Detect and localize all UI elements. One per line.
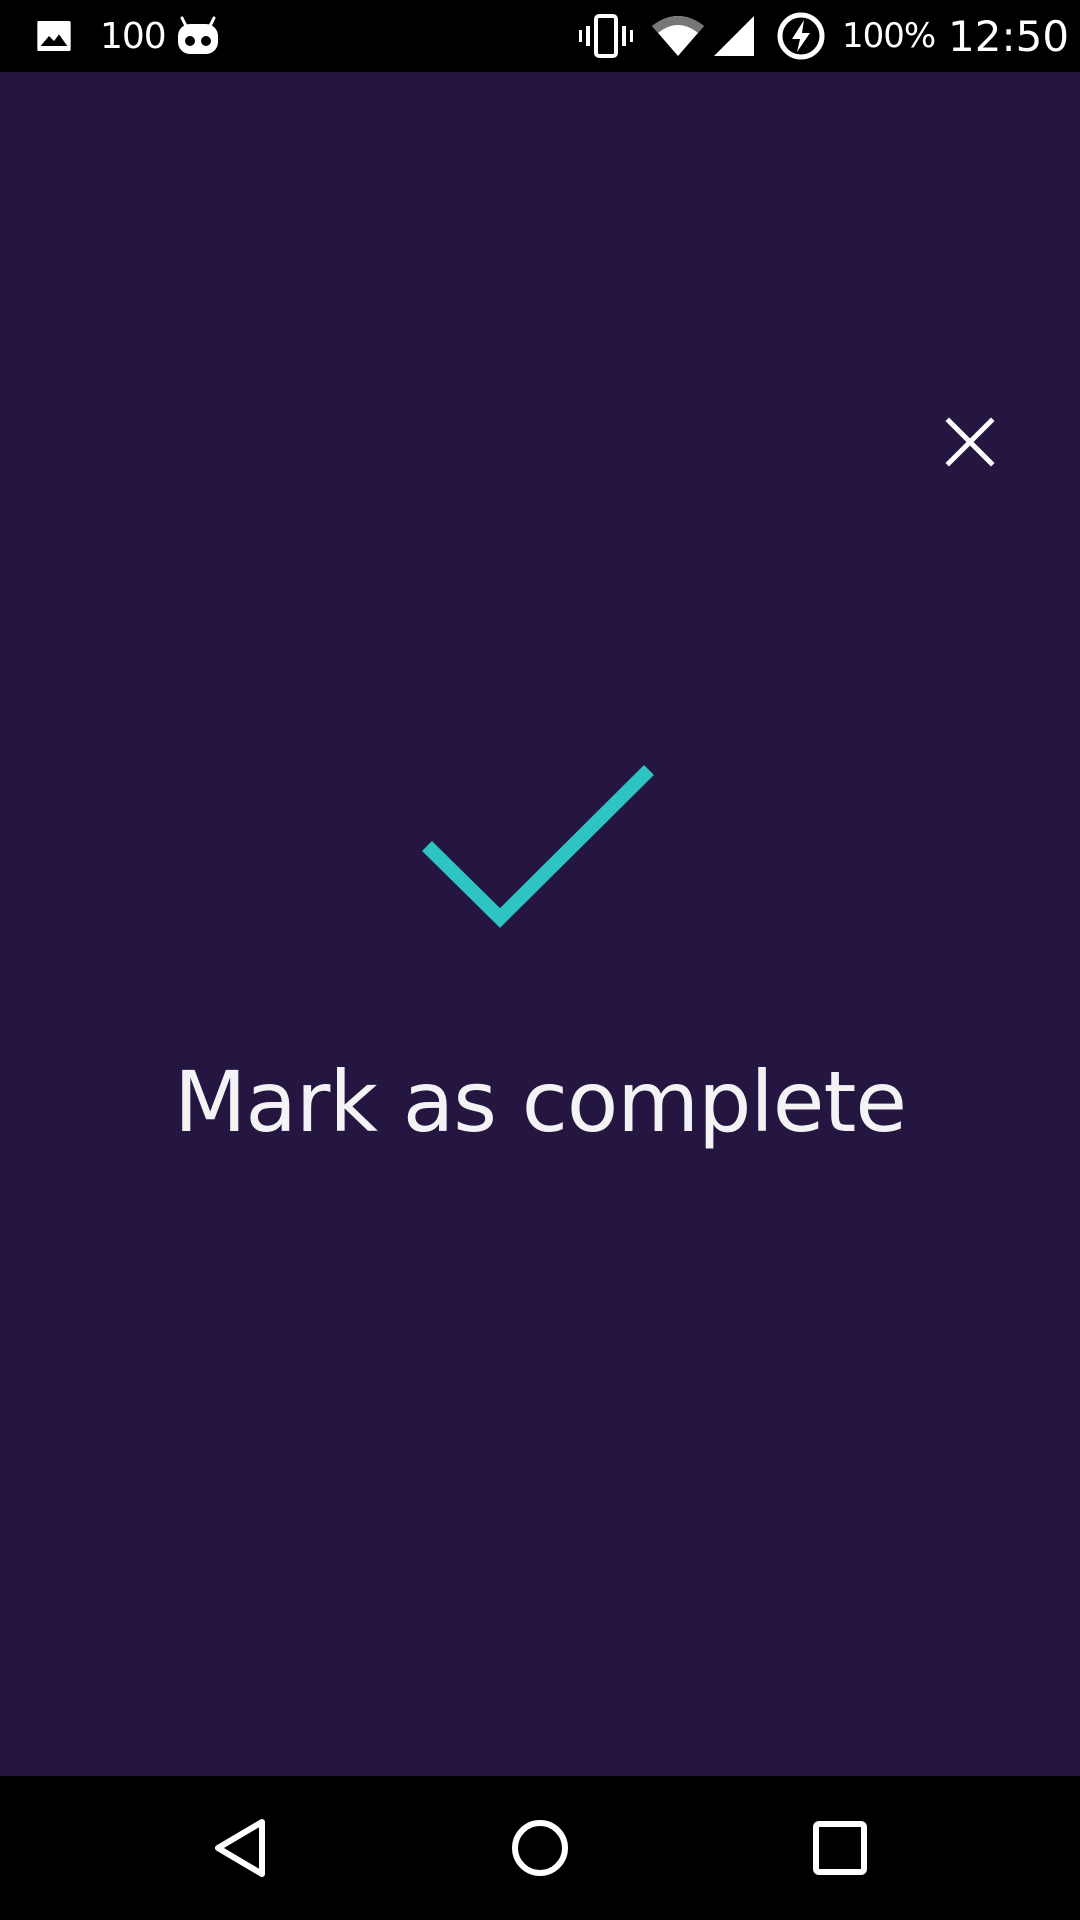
vibrate-icon — [578, 0, 634, 72]
recents-icon — [813, 1821, 867, 1875]
recents-button[interactable] — [760, 1776, 920, 1920]
navigation-bar — [0, 1776, 1080, 1920]
wifi-icon — [650, 0, 706, 72]
close-icon — [945, 417, 995, 467]
signal-icon — [712, 0, 756, 72]
notification-count: 100 — [100, 15, 167, 57]
home-icon — [512, 1820, 568, 1876]
cyanogen-icon — [174, 0, 222, 72]
close-button[interactable] — [930, 402, 1010, 482]
page-title: Mark as complete — [173, 1053, 907, 1151]
back-button[interactable] — [160, 1776, 320, 1920]
back-icon — [215, 1819, 265, 1877]
main-content: Mark as complete — [0, 72, 1080, 1776]
battery-charging-icon — [776, 0, 826, 72]
image-icon — [34, 0, 74, 72]
status-bar: 100 100% 12:50 — [0, 0, 1080, 72]
battery-percent: 100% — [842, 16, 936, 56]
clock: 12:50 — [948, 11, 1070, 61]
check-icon[interactable] — [420, 752, 660, 932]
screen: 100 100% 12:50 Mark as complete — [0, 0, 1080, 1920]
home-button[interactable] — [460, 1776, 620, 1920]
